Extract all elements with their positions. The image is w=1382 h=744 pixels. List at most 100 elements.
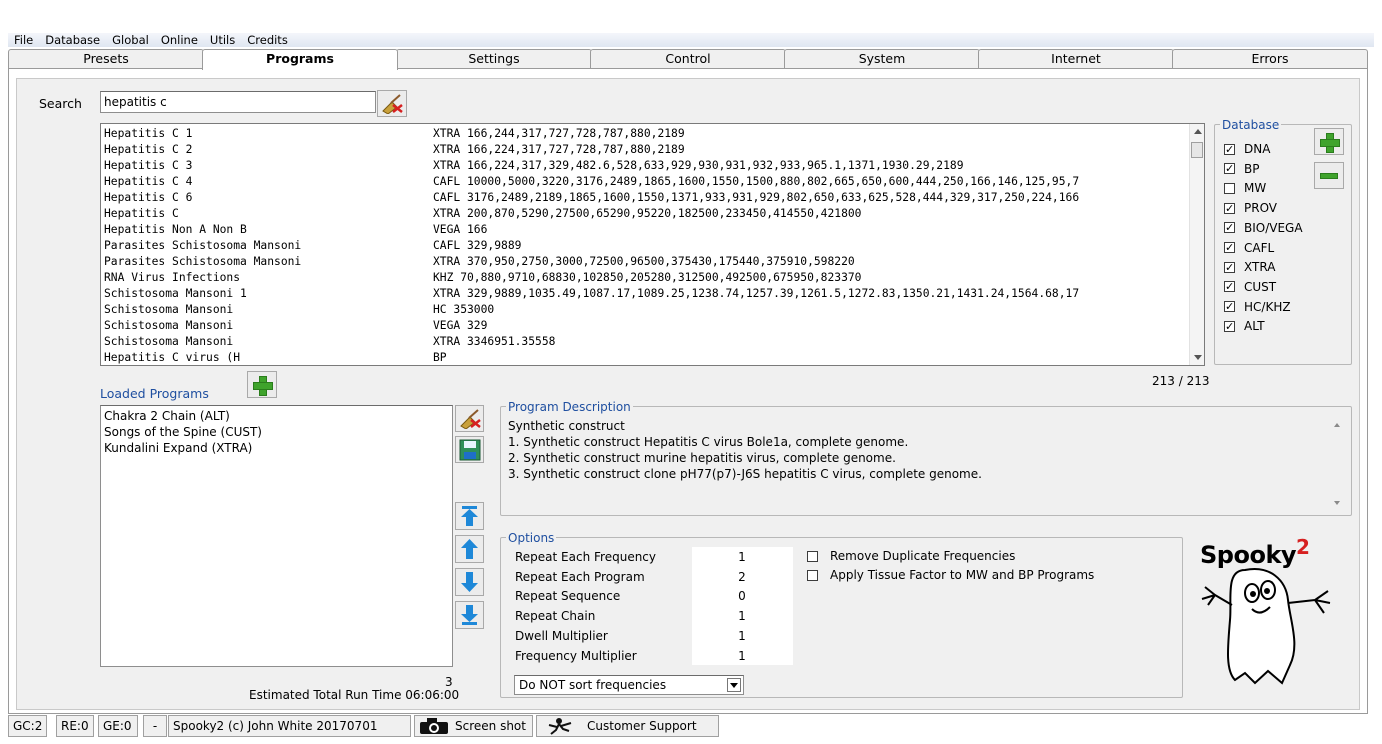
remove-duplicates-label: Remove Duplicate Frequencies xyxy=(830,549,1016,563)
checkbox[interactable]: ✓ xyxy=(1224,163,1235,175)
database-filter-hc-khz[interactable]: ✓ HC/KHZ xyxy=(1224,298,1291,316)
checkbox-label: CUST xyxy=(1244,279,1277,294)
program-name: Hepatitis C xyxy=(104,207,179,220)
menu-global[interactable]: Global xyxy=(106,33,155,47)
apply-tissue-factor-checkbox-row[interactable]: Apply Tissue Factor to MW and BP Program… xyxy=(807,568,1094,582)
option-label: Dwell Multiplier xyxy=(515,628,608,643)
save-loaded-button[interactable] xyxy=(455,436,484,463)
list-item[interactable]: Songs of the Spine (CUST) xyxy=(104,424,262,440)
checkbox[interactable]: ✓ xyxy=(1224,281,1235,293)
program-frequencies: XTRA 370,950,2750,3000,72500,96500,37543… xyxy=(433,255,855,268)
arrow-bottom-icon xyxy=(461,605,478,625)
description-line: 3. Synthetic construct clone pH77(p7)-J6… xyxy=(508,467,982,481)
checkbox[interactable]: ✓ xyxy=(1224,320,1235,332)
program-frequencies: HC 353000 xyxy=(433,303,495,316)
tab-system[interactable]: System xyxy=(784,49,980,69)
status-gc: GC:2 xyxy=(8,715,47,737)
move-to-top-button[interactable] xyxy=(455,502,484,530)
program-name: Parasites Schistosoma Mansoni xyxy=(104,255,302,268)
menu-bar: File Database Global Online Utils Credit… xyxy=(8,33,1374,47)
apply-tissue-factor-label: Apply Tissue Factor to MW and BP Program… xyxy=(830,568,1095,582)
menu-utils[interactable]: Utils xyxy=(204,33,241,47)
tab-internet[interactable]: Internet xyxy=(978,49,1174,69)
description-scroll-down-icon[interactable] xyxy=(1334,501,1340,505)
checkbox-label: MW xyxy=(1244,181,1267,196)
option-label: Repeat Sequence xyxy=(515,589,621,604)
database-filter-bp[interactable]: ✓ BP xyxy=(1224,160,1259,178)
customer-support-button[interactable]: Customer Support xyxy=(536,715,719,737)
checkbox[interactable]: ✓ xyxy=(1224,242,1235,253)
option-value-input[interactable]: 1 xyxy=(736,647,748,665)
checkbox[interactable] xyxy=(1224,182,1235,194)
program-list-scrollbar[interactable] xyxy=(1189,124,1204,365)
loaded-programs-list[interactable]: Chakra 2 Chain (ALT) Songs of the Spine … xyxy=(100,405,453,667)
program-name: Hepatitis Non A Non B xyxy=(104,223,247,236)
program-frequencies: XTRA 329,9889,1035.49,1087.17,1089.25,12… xyxy=(433,287,1080,300)
program-list[interactable]: Hepatitis C 1 XTRA 166,244,317,727,728,78… xyxy=(100,123,1205,366)
sort-frequencies-select[interactable]: Do NOT sort frequencies xyxy=(514,675,744,695)
option-value-input[interactable]: 1 xyxy=(736,607,748,625)
clear-loaded-button[interactable] xyxy=(455,405,484,432)
tab-programs[interactable]: Programs xyxy=(202,49,398,70)
database-filter-cafl[interactable]: ✓ CAFL xyxy=(1224,239,1274,257)
tab-errors[interactable]: Errors xyxy=(1172,49,1368,69)
database-filter-cust[interactable]: ✓ CUST xyxy=(1224,278,1276,296)
checkbox-label: XTRA xyxy=(1244,260,1276,275)
menu-file[interactable]: File xyxy=(8,33,39,47)
description-line: Synthetic construct xyxy=(508,419,625,433)
scroll-thumb[interactable] xyxy=(1191,142,1203,158)
chevron-down-icon[interactable] xyxy=(727,678,741,692)
tab-control[interactable]: Control xyxy=(590,49,786,69)
database-filter-mw[interactable]: MW xyxy=(1224,179,1266,197)
tab-bar: Presets Programs Settings Control System… xyxy=(8,49,1368,70)
program-frequencies: BP xyxy=(433,351,447,364)
program-frequencies: VEGA 329 xyxy=(433,319,488,332)
program-frequencies: CAFL 329,9889 xyxy=(433,239,522,252)
scroll-down-arrow-icon[interactable] xyxy=(1194,355,1202,360)
move-to-bottom-button[interactable] xyxy=(455,601,484,629)
move-up-button[interactable] xyxy=(455,535,484,563)
add-loaded-program-button[interactable] xyxy=(247,371,277,398)
checkbox[interactable]: ✓ xyxy=(1224,301,1235,313)
estimated-run-time: Estimated Total Run Time 06:06:00 xyxy=(249,688,460,702)
checkbox[interactable]: ✓ xyxy=(1224,222,1235,234)
apply-tissue-factor-checkbox[interactable] xyxy=(807,569,818,581)
status-dash: - xyxy=(143,715,167,737)
option-value-input[interactable]: 1 xyxy=(736,627,748,645)
list-item[interactable]: Chakra 2 Chain (ALT) xyxy=(104,408,230,424)
option-value-input[interactable]: 2 xyxy=(736,568,748,586)
option-value-input[interactable]: 0 xyxy=(736,587,748,605)
tab-presets[interactable]: Presets xyxy=(8,49,204,69)
options-label: Options xyxy=(506,531,557,545)
list-item[interactable]: Kundalini Expand (XTRA) xyxy=(104,440,252,456)
menu-database[interactable]: Database xyxy=(39,33,106,47)
database-filter-dna[interactable]: ✓ DNA xyxy=(1224,140,1270,158)
checkbox[interactable]: ✓ xyxy=(1224,202,1235,214)
database-filter-alt[interactable]: ✓ ALT xyxy=(1224,317,1265,335)
database-filter-bio-vega[interactable]: ✓ BIO/VEGA xyxy=(1224,219,1303,237)
option-value-input[interactable]: 1 xyxy=(736,548,748,566)
database-filter-prov[interactable]: ✓ PROV xyxy=(1224,199,1277,217)
checkbox[interactable]: ✓ xyxy=(1224,143,1235,155)
program-frequencies: XTRA 166,224,317,329,482.6,528,633,929,9… xyxy=(433,159,964,172)
database-filter-xtra[interactable]: ✓ XTRA xyxy=(1224,258,1275,276)
program-name: Schistosoma Mansoni xyxy=(104,319,234,332)
clear-search-button[interactable] xyxy=(377,90,407,117)
description-scroll-up-icon[interactable] xyxy=(1334,423,1340,427)
move-down-button[interactable] xyxy=(455,568,484,596)
checkbox[interactable]: ✓ xyxy=(1224,261,1235,273)
program-frequencies: XTRA 200,870,5290,27500,65290,95220,1825… xyxy=(433,207,862,220)
add-database-button[interactable] xyxy=(1314,128,1344,155)
remove-duplicates-checkbox[interactable] xyxy=(807,550,818,562)
remove-database-button[interactable] xyxy=(1314,162,1344,189)
screenshot-button[interactable]: Screen shot xyxy=(414,715,533,737)
menu-credits[interactable]: Credits xyxy=(241,33,294,47)
program-frequencies: XTRA 166,244,317,727,728,787,880,2189 xyxy=(433,127,685,140)
scroll-up-arrow-icon[interactable] xyxy=(1194,129,1202,134)
tab-settings[interactable]: Settings xyxy=(396,49,592,69)
program-frequencies: VEGA 166 xyxy=(433,223,488,236)
remove-duplicates-checkbox-row[interactable]: Remove Duplicate Frequencies xyxy=(807,549,1015,563)
menu-online[interactable]: Online xyxy=(155,33,204,47)
checkbox-label: HC/KHZ xyxy=(1244,299,1291,314)
search-input[interactable]: hepatitis c xyxy=(100,91,376,113)
